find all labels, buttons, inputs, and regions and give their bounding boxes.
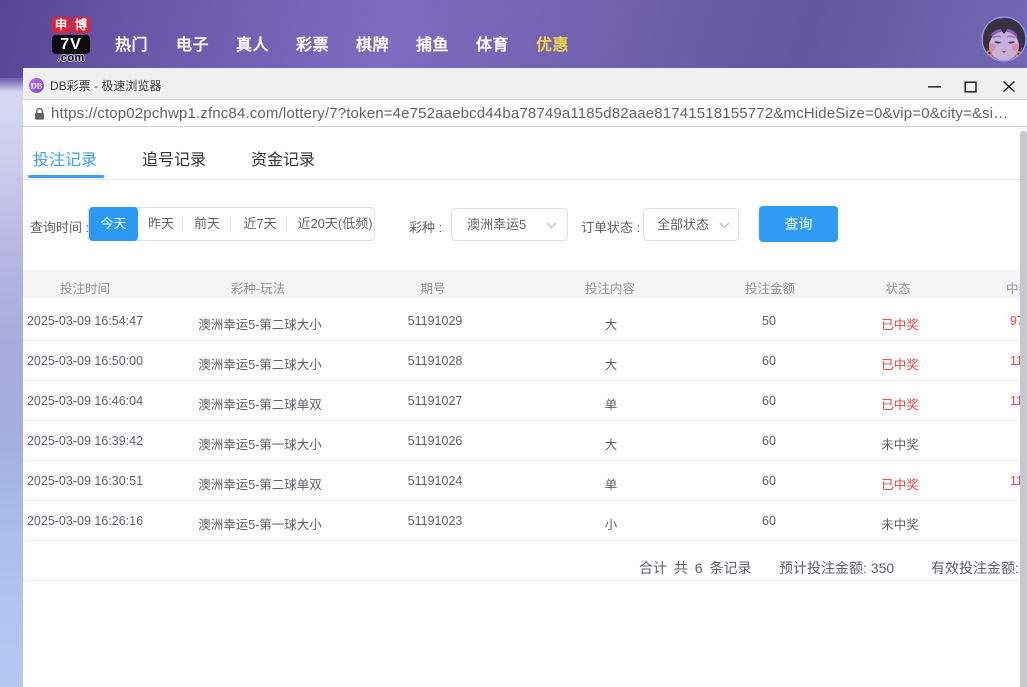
svg-text:DB: DB — [31, 81, 43, 91]
